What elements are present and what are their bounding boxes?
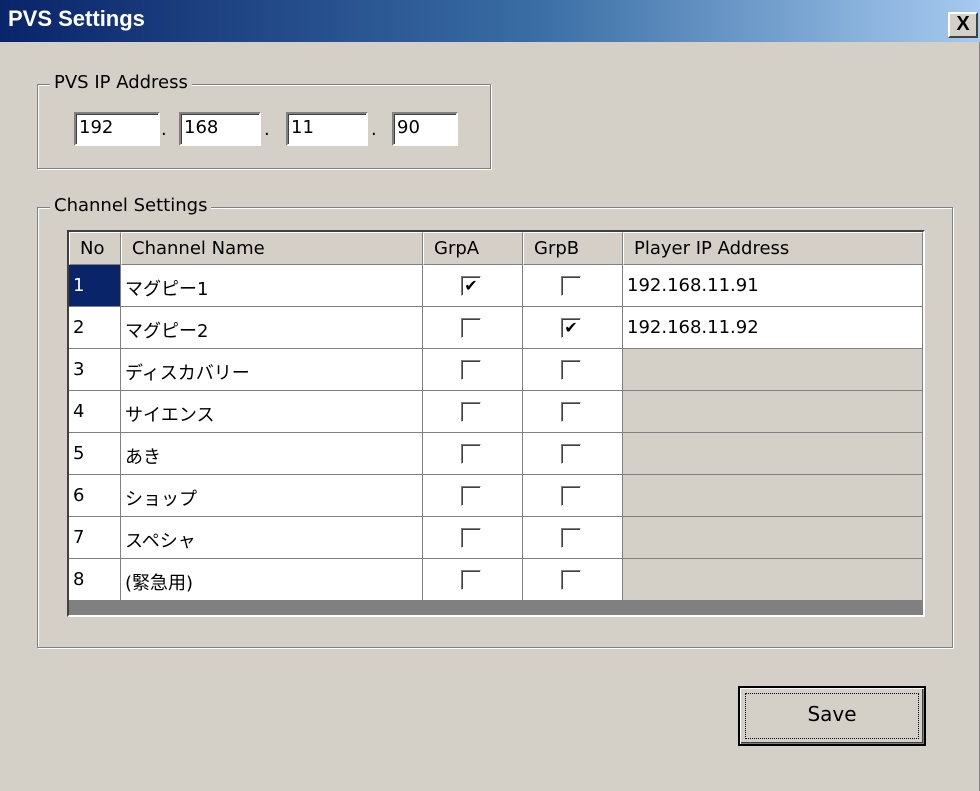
player-ip-cell — [623, 475, 923, 517]
grpb-cell — [523, 265, 623, 307]
grpb-checkbox[interactable]: ✔ — [561, 318, 581, 338]
grpa-checkbox[interactable] — [461, 486, 481, 506]
channel-name-cell[interactable]: あき — [121, 433, 423, 475]
grpa-checkbox[interactable] — [461, 444, 481, 464]
title-bar[interactable]: PVS Settings X — [0, 0, 980, 42]
grpa-checkbox[interactable] — [461, 402, 481, 422]
column-header-player-ip[interactable]: Player IP Address — [623, 232, 923, 265]
close-icon: X — [956, 13, 970, 35]
column-header-no[interactable]: No — [69, 232, 121, 265]
grpb-cell — [523, 349, 623, 391]
save-button[interactable]: Save — [738, 686, 926, 746]
grpb-cell — [523, 433, 623, 475]
channel-settings-group-label: Channel Settings — [50, 195, 212, 216]
table-row[interactable]: 6 ショップ — [69, 475, 923, 517]
grpb-checkbox[interactable] — [561, 570, 581, 590]
grpa-cell — [423, 475, 523, 517]
grpa-checkbox[interactable] — [461, 360, 481, 380]
grpa-cell — [423, 433, 523, 475]
window-title: PVS Settings — [8, 6, 145, 31]
player-ip-cell — [623, 433, 923, 475]
row-number-cell[interactable]: 6 — [69, 475, 121, 517]
pvs-settings-window: PVS Settings X PVS IP Address 192 . 168 … — [0, 0, 980, 791]
grpb-cell — [523, 559, 623, 601]
row-number-cell[interactable]: 8 — [69, 559, 121, 601]
row-number-cell[interactable]: 7 — [69, 517, 121, 559]
channel-name-cell[interactable]: マグピー1 — [121, 265, 423, 307]
player-ip-cell — [623, 391, 923, 433]
ip-address-group: PVS IP Address 192 . 168 . 11 . 90 — [37, 72, 491, 169]
player-ip-cell[interactable]: 192.168.11.91 — [623, 265, 923, 307]
table-row[interactable]: 2 マグピー2 ✔ 192.168.11.92 — [69, 307, 923, 349]
grpa-checkbox[interactable]: ✔ — [461, 276, 481, 296]
grpa-cell — [423, 517, 523, 559]
player-ip-cell[interactable]: 192.168.11.92 — [623, 307, 923, 349]
player-ip-cell — [623, 517, 923, 559]
grpb-checkbox[interactable] — [561, 486, 581, 506]
row-number-cell[interactable]: 4 — [69, 391, 121, 433]
table-row[interactable]: 1 マグピー1 ✔ 192.168.11.91 — [69, 265, 923, 307]
player-ip-cell — [623, 349, 923, 391]
table-row[interactable]: 3 ディスカバリー — [69, 349, 923, 391]
ip-separator: . — [371, 119, 377, 140]
channel-name-cell[interactable]: マグピー2 — [121, 307, 423, 349]
column-header-grpb[interactable]: GrpB — [523, 232, 623, 265]
channel-name-cell[interactable]: ショップ — [121, 475, 423, 517]
channel-grid[interactable]: No Channel Name GrpA GrpB Player IP Addr… — [67, 230, 925, 617]
table-row[interactable]: 4 サイエンス — [69, 391, 923, 433]
grpa-checkbox[interactable] — [461, 570, 481, 590]
grpa-checkbox[interactable] — [461, 318, 481, 338]
channel-name-cell[interactable]: スペシャ — [121, 517, 423, 559]
grpb-checkbox[interactable] — [561, 360, 581, 380]
column-header-channel-name[interactable]: Channel Name — [121, 232, 423, 265]
table-row[interactable]: 5 あき — [69, 433, 923, 475]
channel-name-cell[interactable]: (緊急用) — [121, 559, 423, 601]
grpa-cell — [423, 559, 523, 601]
ip-separator: . — [161, 119, 167, 140]
row-number-cell[interactable]: 1 — [69, 265, 121, 307]
grpa-cell — [423, 391, 523, 433]
ip-separator: . — [264, 119, 270, 140]
channel-name-cell[interactable]: ディスカバリー — [121, 349, 423, 391]
row-number-cell[interactable]: 3 — [69, 349, 121, 391]
ip-address-group-label: PVS IP Address — [50, 72, 192, 93]
ip-octet-2-input[interactable]: 168 — [179, 112, 261, 146]
grpb-checkbox[interactable] — [561, 276, 581, 296]
grpb-cell — [523, 517, 623, 559]
ip-octet-4-input[interactable]: 90 — [392, 112, 458, 146]
table-row[interactable]: 8 (緊急用) — [69, 559, 923, 601]
grpb-cell — [523, 475, 623, 517]
ip-octet-1-input[interactable]: 192 — [74, 112, 160, 146]
grpb-checkbox[interactable] — [561, 444, 581, 464]
channel-name-cell[interactable]: サイエンス — [121, 391, 423, 433]
save-button-label: Save — [807, 702, 857, 726]
grpa-cell — [423, 349, 523, 391]
grpb-checkbox[interactable] — [561, 528, 581, 548]
grpa-cell — [423, 307, 523, 349]
grpa-cell: ✔ — [423, 265, 523, 307]
grid-header-row: No Channel Name GrpA GrpB Player IP Addr… — [69, 232, 923, 265]
grpb-cell: ✔ — [523, 307, 623, 349]
player-ip-cell — [623, 559, 923, 601]
row-number-cell[interactable]: 5 — [69, 433, 121, 475]
grpb-cell — [523, 391, 623, 433]
table-row[interactable]: 7 スペシャ — [69, 517, 923, 559]
close-button[interactable]: X — [948, 12, 978, 38]
grpa-checkbox[interactable] — [461, 528, 481, 548]
grpb-checkbox[interactable] — [561, 402, 581, 422]
row-number-cell[interactable]: 2 — [69, 307, 121, 349]
ip-octet-3-input[interactable]: 11 — [286, 112, 368, 146]
column-header-grpa[interactable]: GrpA — [423, 232, 523, 265]
